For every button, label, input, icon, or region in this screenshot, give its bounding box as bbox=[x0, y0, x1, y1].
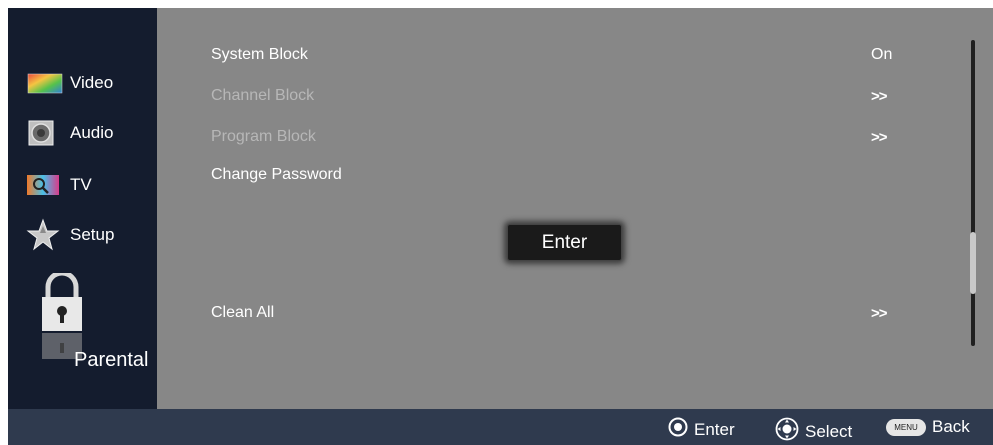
video-icon bbox=[26, 68, 66, 98]
sidebar-item-setup[interactable]: Setup bbox=[26, 218, 115, 251]
sidebar: Video Audio TV Setup Parental bbox=[8, 8, 157, 409]
hint-label: Back bbox=[932, 417, 970, 436]
speaker-icon bbox=[26, 118, 66, 148]
scrollbar-track[interactable] bbox=[971, 40, 975, 346]
chevron-right-icon: >> bbox=[871, 304, 888, 322]
program-block-row[interactable]: Program Block >> bbox=[211, 123, 901, 151]
tv-icon bbox=[26, 170, 66, 200]
select-hint: Select bbox=[775, 417, 852, 445]
sidebar-item-label: Setup bbox=[70, 225, 115, 244]
row-value: On bbox=[871, 46, 893, 63]
row-label: Clean All bbox=[211, 304, 275, 321]
clean-all-row[interactable]: Clean All >> bbox=[211, 299, 901, 327]
row-label: Program Block bbox=[211, 128, 316, 145]
chevron-right-icon: >> bbox=[871, 128, 888, 146]
back-hint: MENU Back bbox=[886, 417, 970, 437]
enter-hint: Enter bbox=[668, 417, 735, 442]
row-label: Change Password bbox=[211, 166, 342, 183]
sidebar-item-label: Parental bbox=[74, 349, 149, 371]
chevron-right-icon: >> bbox=[871, 87, 888, 105]
sidebar-item-label: TV bbox=[70, 175, 92, 194]
change-password-row[interactable]: Change Password bbox=[211, 161, 901, 189]
sidebar-item-audio[interactable]: Audio bbox=[26, 118, 113, 148]
enter-button[interactable]: Enter bbox=[507, 224, 622, 261]
sidebar-item-video[interactable]: Video bbox=[26, 68, 113, 98]
sidebar-item-label: Video bbox=[70, 73, 114, 92]
menu-key-icon: MENU bbox=[886, 418, 926, 436]
scrollbar-thumb[interactable] bbox=[970, 232, 976, 294]
ok-button-icon bbox=[668, 417, 688, 442]
row-label: Channel Block bbox=[211, 87, 315, 104]
dpad-icon bbox=[775, 417, 799, 445]
bottom-hint-bar: Enter Select MENU Back bbox=[8, 409, 993, 445]
sidebar-item-label: Audio bbox=[70, 123, 114, 142]
parental-settings-panel: System Block On Channel Block >> Program… bbox=[157, 8, 993, 409]
star-icon bbox=[26, 218, 66, 251]
channel-block-row[interactable]: Channel Block >> bbox=[211, 82, 901, 110]
sidebar-item-tv[interactable]: TV bbox=[26, 170, 92, 200]
system-block-row[interactable]: System Block On bbox=[211, 41, 901, 69]
row-label: System Block bbox=[211, 46, 308, 63]
hint-label: Select bbox=[805, 421, 853, 441]
sidebar-item-parental[interactable]: Parental bbox=[38, 273, 158, 373]
hint-label: Enter bbox=[694, 419, 735, 439]
